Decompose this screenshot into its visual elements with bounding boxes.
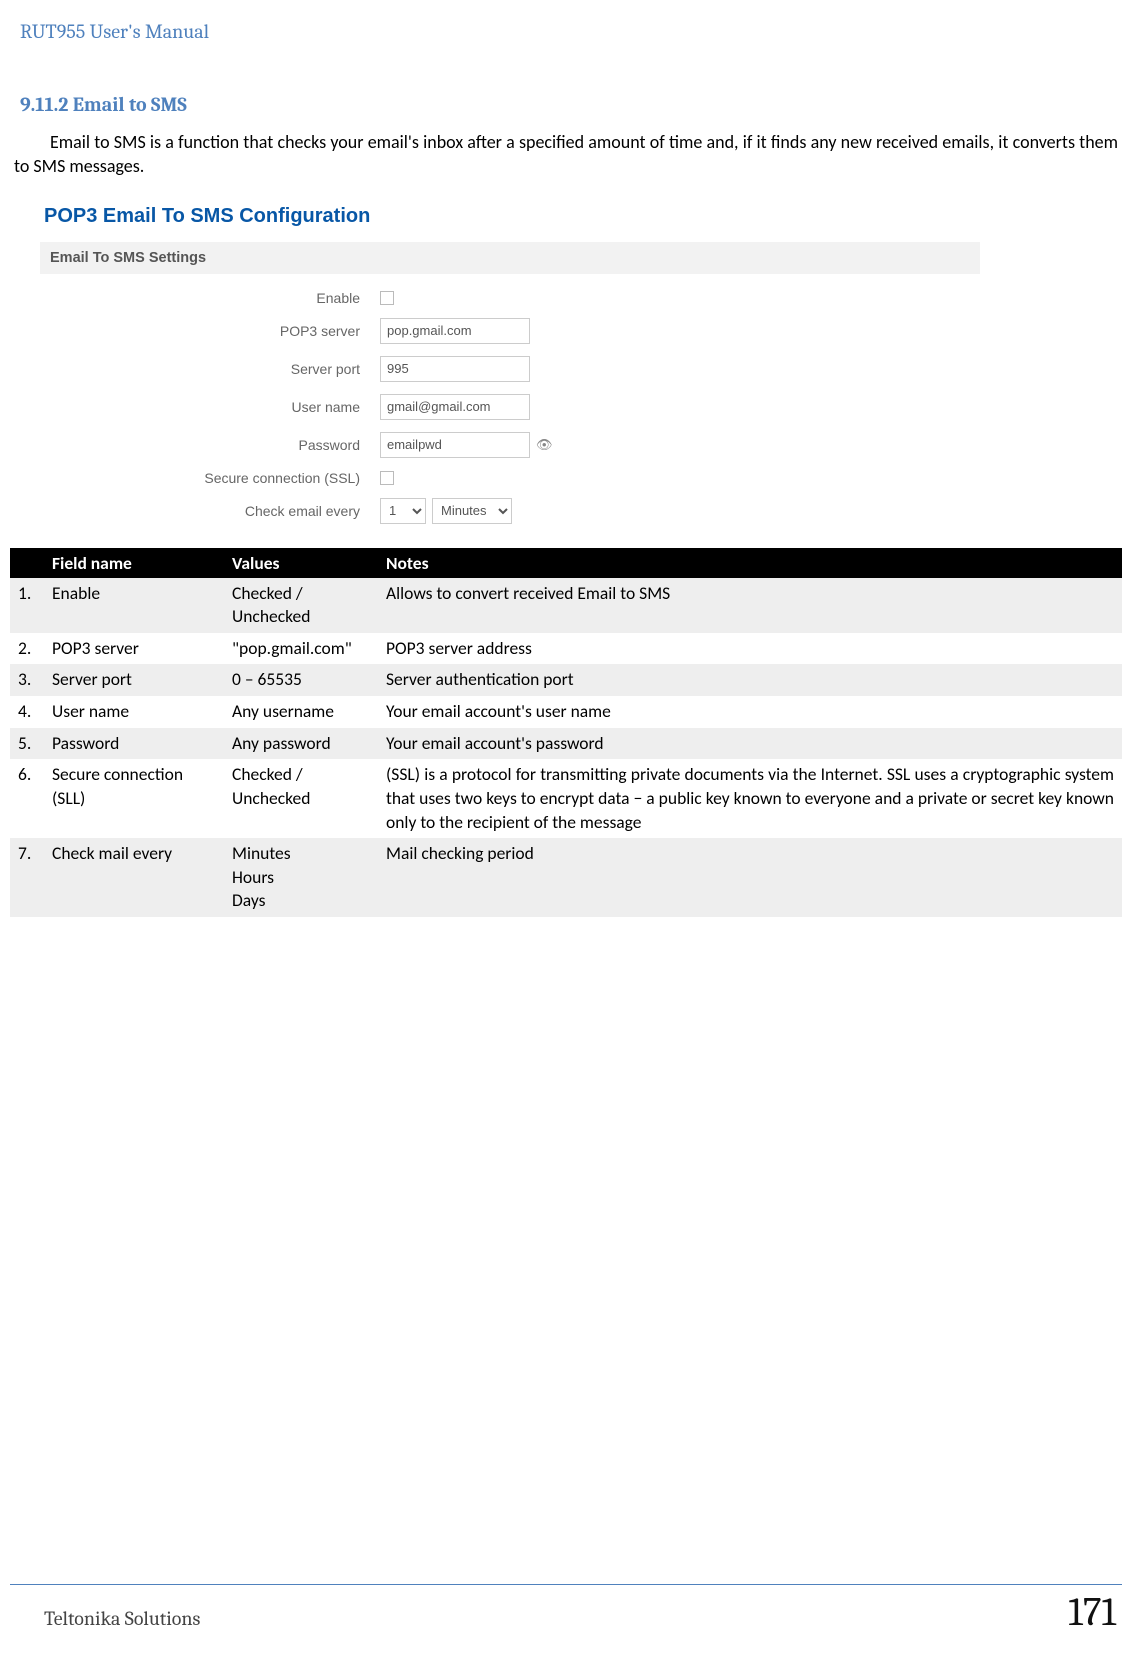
check-label: Check email every [40,503,380,519]
config-subhead: Email To SMS Settings [40,242,980,274]
cell-name: Check mail every [44,838,224,917]
th-fieldname: Field name [44,548,224,578]
ssl-checkbox[interactable] [380,471,394,485]
section-heading: 9.11.2 Email to SMS [10,93,1122,116]
footer-company: Teltonika Solutions [16,1607,200,1630]
cell-notes: Server authentication port [378,664,1122,696]
footer-rule [10,1584,1122,1585]
cell-val: Any username [224,696,378,728]
enable-label: Enable [40,290,380,306]
cell-name: POP3 server [44,633,224,665]
pop3-label: POP3 server [40,323,380,339]
user-input[interactable] [380,394,530,420]
port-input[interactable] [380,356,530,382]
ssl-label: Secure connection (SSL) [40,470,380,486]
cell-name: Server port [44,664,224,696]
document-header: RUT955 User's Manual [10,20,1122,43]
table-row: 7. Check mail every Minutes Hours Days M… [10,838,1122,917]
cell-num: 5. [10,728,44,760]
table-row: 1. Enable Checked / Unchecked Allows to … [10,578,1122,633]
cell-name: User name [44,696,224,728]
table-row: 3. Server port 0 – 65535 Server authenti… [10,664,1122,696]
cell-val: Checked / Unchecked [224,759,378,838]
th-values: Values [224,548,378,578]
table-row: 4. User name Any username Your email acc… [10,696,1122,728]
cell-val: 0 – 65535 [224,664,378,696]
cell-notes: Your email account's user name [378,696,1122,728]
field-table: Field name Values Notes 1. Enable Checke… [10,548,1122,918]
table-row: 2. POP3 server "pop.gmail.com" POP3 serv… [10,633,1122,665]
th-notes: Notes [378,548,1122,578]
cell-num: 3. [10,664,44,696]
config-title: POP3 Email To SMS Configuration [40,197,980,242]
eye-icon[interactable]: 👁 [536,437,553,453]
th-blank [10,548,44,578]
pass-input[interactable] [380,432,530,458]
check-number-select[interactable]: 1 [380,498,426,524]
enable-checkbox[interactable] [380,291,394,305]
cell-notes: (SSL) is a protocol for transmitting pri… [378,759,1122,838]
cell-val: "pop.gmail.com" [224,633,378,665]
user-label: User name [40,399,380,415]
cell-num: 4. [10,696,44,728]
cell-num: 7. [10,838,44,917]
cell-notes: Allows to convert received Email to SMS [378,578,1122,633]
port-label: Server port [40,361,380,377]
page-number: 171 [1068,1589,1116,1635]
config-screenshot: POP3 Email To SMS Configuration Email To… [40,197,980,530]
cell-val: Minutes Hours Days [224,838,378,917]
table-row: 6. Secure connection (SLL) Checked / Unc… [10,759,1122,838]
cell-name: Password [44,728,224,760]
table-row: 5. Password Any password Your email acco… [10,728,1122,760]
section-intro: Email to SMS is a function that checks y… [10,130,1122,179]
check-unit-select[interactable]: Minutes [432,498,512,524]
page-footer: Teltonika Solutions 171 [10,1584,1122,1635]
cell-notes: Mail checking period [378,838,1122,917]
cell-num: 6. [10,759,44,838]
cell-name: Enable [44,578,224,633]
cell-val: Any password [224,728,378,760]
cell-val: Checked / Unchecked [224,578,378,633]
pop3-input[interactable] [380,318,530,344]
cell-num: 2. [10,633,44,665]
cell-num: 1. [10,578,44,633]
pass-label: Password [40,437,380,453]
cell-notes: POP3 server address [378,633,1122,665]
cell-notes: Your email account's password [378,728,1122,760]
cell-name: Secure connection (SLL) [44,759,224,838]
